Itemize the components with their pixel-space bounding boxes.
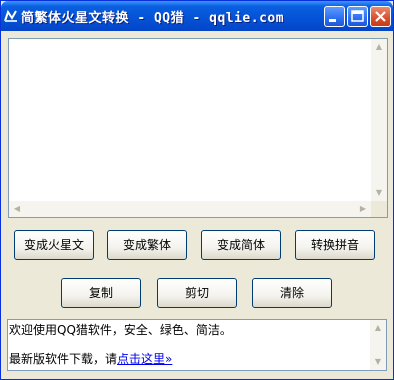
welcome-message: 欢迎使用QQ猎软件，安全、绿色、简洁。 (9, 323, 232, 337)
title-bar[interactable]: 简繁体火星文转换 - QQ猎 - qqlie.com (1, 1, 393, 31)
download-link[interactable]: 点击这里» (117, 352, 172, 366)
maximize-icon (351, 10, 364, 22)
main-window: 简繁体火星文转换 - QQ猎 - qqlie.com ▲ ▼ ◀ ▶ 变成火星文… (0, 0, 394, 380)
horizontal-scrollbar[interactable]: ◀ ▶ (9, 201, 371, 217)
cut-button[interactable]: 剪切 (157, 278, 237, 308)
copy-button[interactable]: 复制 (61, 278, 141, 308)
minimize-button[interactable] (324, 6, 345, 27)
download-prefix: 最新版软件下载，请 (9, 352, 118, 366)
text-input-area[interactable]: ▲ ▼ ◀ ▶ (8, 38, 388, 218)
down-arrow-icon: ▼ (375, 188, 383, 197)
scroll-down-button[interactable]: ▼ (371, 185, 387, 201)
maximize-button[interactable] (347, 6, 368, 27)
message-panel: 欢迎使用QQ猎软件，安全、绿色、简洁。 最新版软件下载，请点击这里» ▲ ▼ (7, 319, 387, 371)
convert-mars-button[interactable]: 变成火星文 (14, 230, 94, 260)
scroll-up-button[interactable]: ▲ (371, 39, 387, 55)
download-message: 最新版软件下载，请点击这里» (9, 350, 172, 367)
app-icon[interactable] (4, 8, 18, 22)
text-input-content[interactable] (11, 41, 369, 199)
message-scroll-down-button[interactable]: ▼ (370, 354, 386, 370)
close-button[interactable] (370, 6, 391, 27)
message-scroll-up-button[interactable]: ▲ (370, 320, 386, 336)
up-arrow-icon: ▲ (375, 42, 383, 51)
down-arrow-icon: ▼ (374, 357, 382, 366)
up-arrow-icon: ▲ (374, 323, 382, 332)
message-scrollbar[interactable]: ▲ ▼ (370, 320, 386, 370)
convert-pinyin-button[interactable]: 转换拼音 (295, 230, 375, 260)
convert-traditional-button[interactable]: 变成繁体 (107, 230, 187, 260)
clear-button[interactable]: 清除 (252, 278, 332, 308)
scroll-left-button[interactable]: ◀ (9, 201, 25, 217)
right-arrow-icon: ▶ (359, 204, 367, 213)
left-arrow-icon: ◀ (13, 204, 21, 213)
vertical-scrollbar[interactable]: ▲ ▼ (371, 39, 387, 201)
convert-simplified-button[interactable]: 变成简体 (201, 230, 281, 260)
scrollbar-corner (371, 201, 387, 217)
window-title: 简繁体火星文转换 - QQ猎 - qqlie.com (21, 11, 285, 26)
minimize-icon (329, 19, 336, 22)
close-icon (375, 11, 386, 22)
scroll-right-button[interactable]: ▶ (355, 201, 371, 217)
